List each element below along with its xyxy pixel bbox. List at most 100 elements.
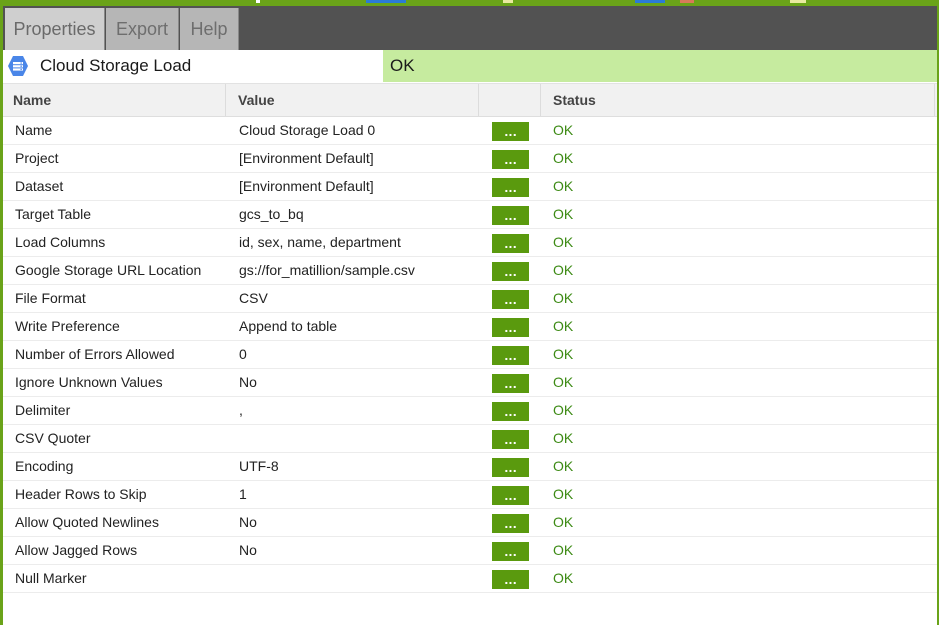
- table-row[interactable]: File Format CSV... OK: [3, 285, 937, 313]
- property-status: OK: [553, 346, 574, 362]
- component-title-area: Cloud Storage Load: [3, 50, 382, 82]
- property-status: OK: [553, 570, 574, 586]
- edit-property-button[interactable]: ...: [492, 430, 529, 449]
- edit-property-button[interactable]: ...: [492, 262, 529, 281]
- cloud-storage-icon: [7, 55, 29, 77]
- property-name: File Format: [15, 290, 86, 306]
- property-value[interactable]: No: [239, 369, 479, 396]
- edit-property-button[interactable]: ...: [492, 374, 529, 393]
- property-name: Encoding: [15, 458, 74, 474]
- edit-property-button[interactable]: ...: [492, 486, 529, 505]
- edit-property-button[interactable]: ...: [492, 318, 529, 337]
- property-value[interactable]: CSV: [239, 285, 479, 312]
- property-name: Dataset: [15, 178, 64, 194]
- table-row[interactable]: Project [Environment Default]... OK: [3, 145, 937, 173]
- property-status: OK: [553, 458, 574, 474]
- property-status: OK: [553, 206, 574, 222]
- table-row[interactable]: Null Marker... OK: [3, 565, 937, 593]
- property-value[interactable]: gcs_to_bq: [239, 201, 479, 228]
- tab-bar: Properties Export Help: [3, 6, 937, 50]
- property-value[interactable]: ,: [239, 397, 479, 424]
- property-name: Name: [15, 122, 53, 138]
- tab-export[interactable]: Export: [106, 8, 179, 50]
- edit-property-button[interactable]: ...: [492, 122, 529, 141]
- property-status: OK: [553, 374, 574, 390]
- property-status: OK: [553, 542, 574, 558]
- property-status: OK: [553, 402, 574, 418]
- property-name: Allow Quoted Newlines: [15, 514, 159, 530]
- table-row[interactable]: Encoding UTF-8... OK: [3, 453, 937, 481]
- property-status: OK: [553, 290, 574, 306]
- property-value[interactable]: [Environment Default]: [239, 145, 479, 172]
- properties-grid: Name Value Status Name Cloud Storage Load…: [3, 83, 937, 593]
- table-row[interactable]: Name Cloud Storage Load 0... OK: [3, 117, 937, 145]
- tab-properties[interactable]: Properties: [5, 8, 105, 50]
- table-row[interactable]: Number of Errors Allowed 0... OK: [3, 341, 937, 369]
- property-value[interactable]: 0: [239, 341, 479, 368]
- table-row[interactable]: Ignore Unknown Values No... OK: [3, 369, 937, 397]
- table-row[interactable]: Google Storage URL Location gs://for_mati…: [3, 257, 937, 285]
- edit-property-button[interactable]: ...: [492, 402, 529, 421]
- property-name: Null Marker: [15, 570, 87, 586]
- edit-property-button[interactable]: ...: [492, 234, 529, 253]
- property-value[interactable]: gs://for_matillion/sample.csv: [239, 257, 479, 284]
- edit-property-button[interactable]: ...: [492, 458, 529, 477]
- edit-property-button[interactable]: ...: [492, 290, 529, 309]
- column-header-value[interactable]: Value: [226, 84, 479, 116]
- table-row[interactable]: Allow Jagged Rows No... OK: [3, 537, 937, 565]
- edit-property-button[interactable]: ...: [492, 542, 529, 561]
- property-value[interactable]: id, sex, name, department: [239, 229, 479, 256]
- property-status: OK: [553, 318, 574, 334]
- property-status: OK: [553, 262, 574, 278]
- edit-property-button[interactable]: ...: [492, 346, 529, 365]
- tab-help[interactable]: Help: [180, 8, 239, 50]
- edit-property-button[interactable]: ...: [492, 570, 529, 589]
- property-value[interactable]: No: [239, 537, 479, 564]
- property-value[interactable]: 1: [239, 481, 479, 508]
- component-header: Cloud Storage Load OK: [3, 50, 937, 82]
- edit-property-button[interactable]: ...: [492, 178, 529, 197]
- property-status: OK: [553, 486, 574, 502]
- property-name: Number of Errors Allowed: [15, 346, 175, 362]
- property-name: Project: [15, 150, 59, 166]
- grid-body: Name Cloud Storage Load 0... OK Project [Env…: [3, 117, 937, 593]
- table-row[interactable]: Allow Quoted Newlines No... OK: [3, 509, 937, 537]
- table-row[interactable]: Delimiter,... OK: [3, 397, 937, 425]
- property-name: Target Table: [15, 206, 92, 222]
- property-status: OK: [553, 122, 574, 138]
- property-status: OK: [553, 150, 574, 166]
- component-name: Cloud Storage Load: [40, 56, 192, 75]
- property-name: Google Storage URL Location: [15, 262, 202, 278]
- table-row[interactable]: Header Rows to Skip 1... OK: [3, 481, 937, 509]
- column-header-status[interactable]: Status: [541, 84, 935, 116]
- table-row[interactable]: CSV Quoter... OK: [3, 425, 937, 453]
- table-row[interactable]: Target Table gcs_to_bq... OK: [3, 201, 937, 229]
- table-row[interactable]: Dataset [Environment Default]... OK: [3, 173, 937, 201]
- property-status: OK: [553, 234, 574, 250]
- property-value[interactable]: No: [239, 509, 479, 536]
- property-value[interactable]: Append to table: [239, 313, 479, 340]
- property-value[interactable]: [239, 565, 479, 592]
- grid-header: Name Value Status: [3, 83, 937, 117]
- property-name: Header Rows to Skip: [15, 486, 147, 502]
- property-value[interactable]: Cloud Storage Load 0: [239, 117, 479, 144]
- property-name: CSV Quoter: [15, 430, 91, 446]
- table-row[interactable]: Write Preference Append to table... OK: [3, 313, 937, 341]
- property-status: OK: [553, 178, 574, 194]
- edit-property-button[interactable]: ...: [492, 206, 529, 225]
- column-header-edit[interactable]: [479, 84, 541, 116]
- edit-property-button[interactable]: ...: [492, 514, 529, 533]
- property-name: Ignore Unknown Values: [15, 374, 163, 390]
- property-name: Load Columns: [15, 234, 106, 250]
- property-value[interactable]: UTF-8: [239, 453, 479, 480]
- column-header-name[interactable]: Name: [3, 84, 226, 116]
- property-value[interactable]: [Environment Default]: [239, 173, 479, 200]
- property-value[interactable]: [239, 425, 479, 452]
- edit-property-button[interactable]: ...: [492, 150, 529, 169]
- property-name: Allow Jagged Rows: [15, 542, 138, 558]
- property-name: Write Preference: [15, 318, 120, 334]
- property-status: OK: [553, 514, 574, 530]
- property-status: OK: [553, 430, 574, 446]
- table-row[interactable]: Load Columns id, sex, name, department...…: [3, 229, 937, 257]
- property-name: Delimiter: [15, 402, 71, 418]
